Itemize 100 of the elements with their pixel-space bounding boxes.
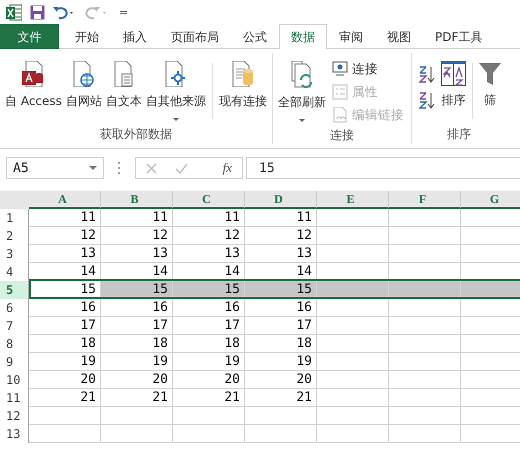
table-cell: 19 — [101, 353, 173, 371]
table-cell: 12 — [101, 227, 173, 245]
ribbon-tab[interactable]: 页面布局 — [159, 24, 231, 49]
save-icon[interactable] — [30, 4, 45, 20]
sort-grid-icon — [440, 61, 466, 86]
document-node-icon — [165, 61, 186, 87]
ribbon-tab[interactable]: 公式 — [231, 24, 279, 49]
table-cell: 17 — [173, 317, 245, 335]
table-cell: 21 — [173, 389, 245, 407]
table-cell — [317, 335, 389, 353]
table-cell: 17 — [29, 317, 101, 335]
table-cell: 16 — [245, 299, 317, 317]
ribbon-tab[interactable]: 数据 — [279, 24, 327, 49]
ribbon-tab[interactable]: 插入 — [111, 24, 159, 49]
column-header[interactable]: A — [29, 191, 101, 209]
table-cell — [101, 407, 173, 425]
table-cell: 18 — [245, 335, 317, 353]
ribbon-tab[interactable]: 审阅 — [327, 24, 375, 49]
column-header[interactable]: F — [389, 191, 461, 209]
group-label: 连接 — [328, 127, 355, 144]
group-label: 排序 — [446, 126, 472, 143]
document-database-icon — [232, 61, 254, 87]
table-cell: 20 — [29, 371, 101, 389]
table-cell — [245, 407, 317, 425]
table-cell: 12 — [173, 227, 245, 245]
table-cell — [245, 425, 317, 443]
insert-function-button[interactable]: fx — [222, 160, 232, 176]
table-cell — [173, 407, 245, 425]
text-file-icon — [114, 61, 134, 87]
table-cell: 11 — [173, 209, 245, 227]
table-cell: 11 — [101, 209, 173, 227]
table-cell — [173, 425, 245, 443]
table-cell: 21 — [245, 389, 317, 407]
ribbon-tab[interactable]: 视图 — [375, 24, 423, 49]
table-cell — [317, 245, 389, 263]
table-cell: 19 — [245, 353, 317, 371]
sort-ascending-icon[interactable] — [418, 65, 435, 83]
table-cell: 17 — [245, 317, 317, 335]
table-cell — [29, 425, 101, 443]
ribbon-button[interactable]: 排序 — [438, 57, 468, 109]
ribbon-button[interactable]: 筛 — [476, 57, 503, 109]
undo-icon[interactable] — [53, 4, 74, 20]
ribbon-button[interactable]: 自网站 — [64, 57, 104, 110]
table-cell — [317, 299, 389, 317]
check-icon[interactable] — [175, 162, 188, 174]
table-cell: 20 — [101, 371, 173, 389]
table-cell — [29, 407, 101, 425]
ribbon-button[interactable]: 全部刷新 — [276, 57, 328, 122]
refresh-documents-icon — [290, 61, 314, 88]
ribbon-button[interactable]: 连接 — [332, 59, 404, 79]
table-cell: 21 — [101, 389, 173, 407]
column-header[interactable]: C — [173, 191, 245, 209]
ribbon-tab[interactable]: PDF工具 — [423, 24, 494, 49]
sort-descending-icon[interactable] — [418, 91, 435, 109]
table-cell — [317, 389, 389, 407]
table-cell — [317, 425, 389, 443]
access-database-icon — [22, 61, 44, 87]
table-cell: 11 — [245, 209, 317, 227]
table-cell: 19 — [173, 353, 245, 371]
group-label: 获取外部数据 — [98, 126, 173, 143]
table-cell — [317, 353, 389, 371]
table-cell — [101, 425, 173, 443]
table-cell: 12 — [29, 227, 101, 245]
column-header[interactable]: E — [317, 191, 389, 209]
ribbon-button[interactable]: 自文本 — [104, 57, 144, 110]
table-cell: 13 — [29, 245, 101, 263]
column-header[interactable]: G — [461, 191, 520, 209]
column-header[interactable]: B — [101, 191, 173, 209]
funnel-icon — [478, 61, 501, 86]
table-cell: 16 — [29, 299, 101, 317]
table-cell: 16 — [101, 299, 173, 317]
table-cell: 18 — [101, 335, 173, 353]
file-tab[interactable]: 文件 — [0, 24, 59, 49]
table-cell: 11 — [29, 209, 101, 227]
ribbon-button[interactable]: 自其他来源 — [144, 57, 208, 121]
table-cell: 13 — [101, 245, 173, 263]
table-cell — [317, 317, 389, 335]
list-icon — [332, 84, 348, 100]
table-cell: 13 — [245, 245, 317, 263]
row-header[interactable]: 5 — [0, 281, 29, 299]
excel-logo-icon[interactable] — [6, 4, 22, 20]
table-cell — [317, 227, 389, 245]
table-cell: 21 — [29, 389, 101, 407]
table-cell: 20 — [245, 371, 317, 389]
customize-toolbar-button[interactable]: = — [119, 6, 128, 18]
ribbon-button[interactable]: 现有连接 — [216, 57, 269, 110]
table-cell — [317, 407, 389, 425]
name-box[interactable]: A5 — [6, 157, 104, 179]
column-header[interactable]: D — [245, 191, 317, 209]
ribbon-button[interactable]: 自 Access — [3, 57, 64, 110]
table-cell — [317, 209, 389, 227]
table-cell: 19 — [29, 353, 101, 371]
monitor-icon — [332, 61, 348, 77]
document-link-icon — [332, 107, 348, 123]
formula-input[interactable]: 15 — [246, 157, 520, 179]
table-cell: 12 — [245, 227, 317, 245]
table-cell: 18 — [29, 335, 101, 353]
table-cell: 16 — [173, 299, 245, 317]
ribbon-tab[interactable]: 开始 — [63, 24, 111, 49]
table-cell — [317, 371, 389, 389]
